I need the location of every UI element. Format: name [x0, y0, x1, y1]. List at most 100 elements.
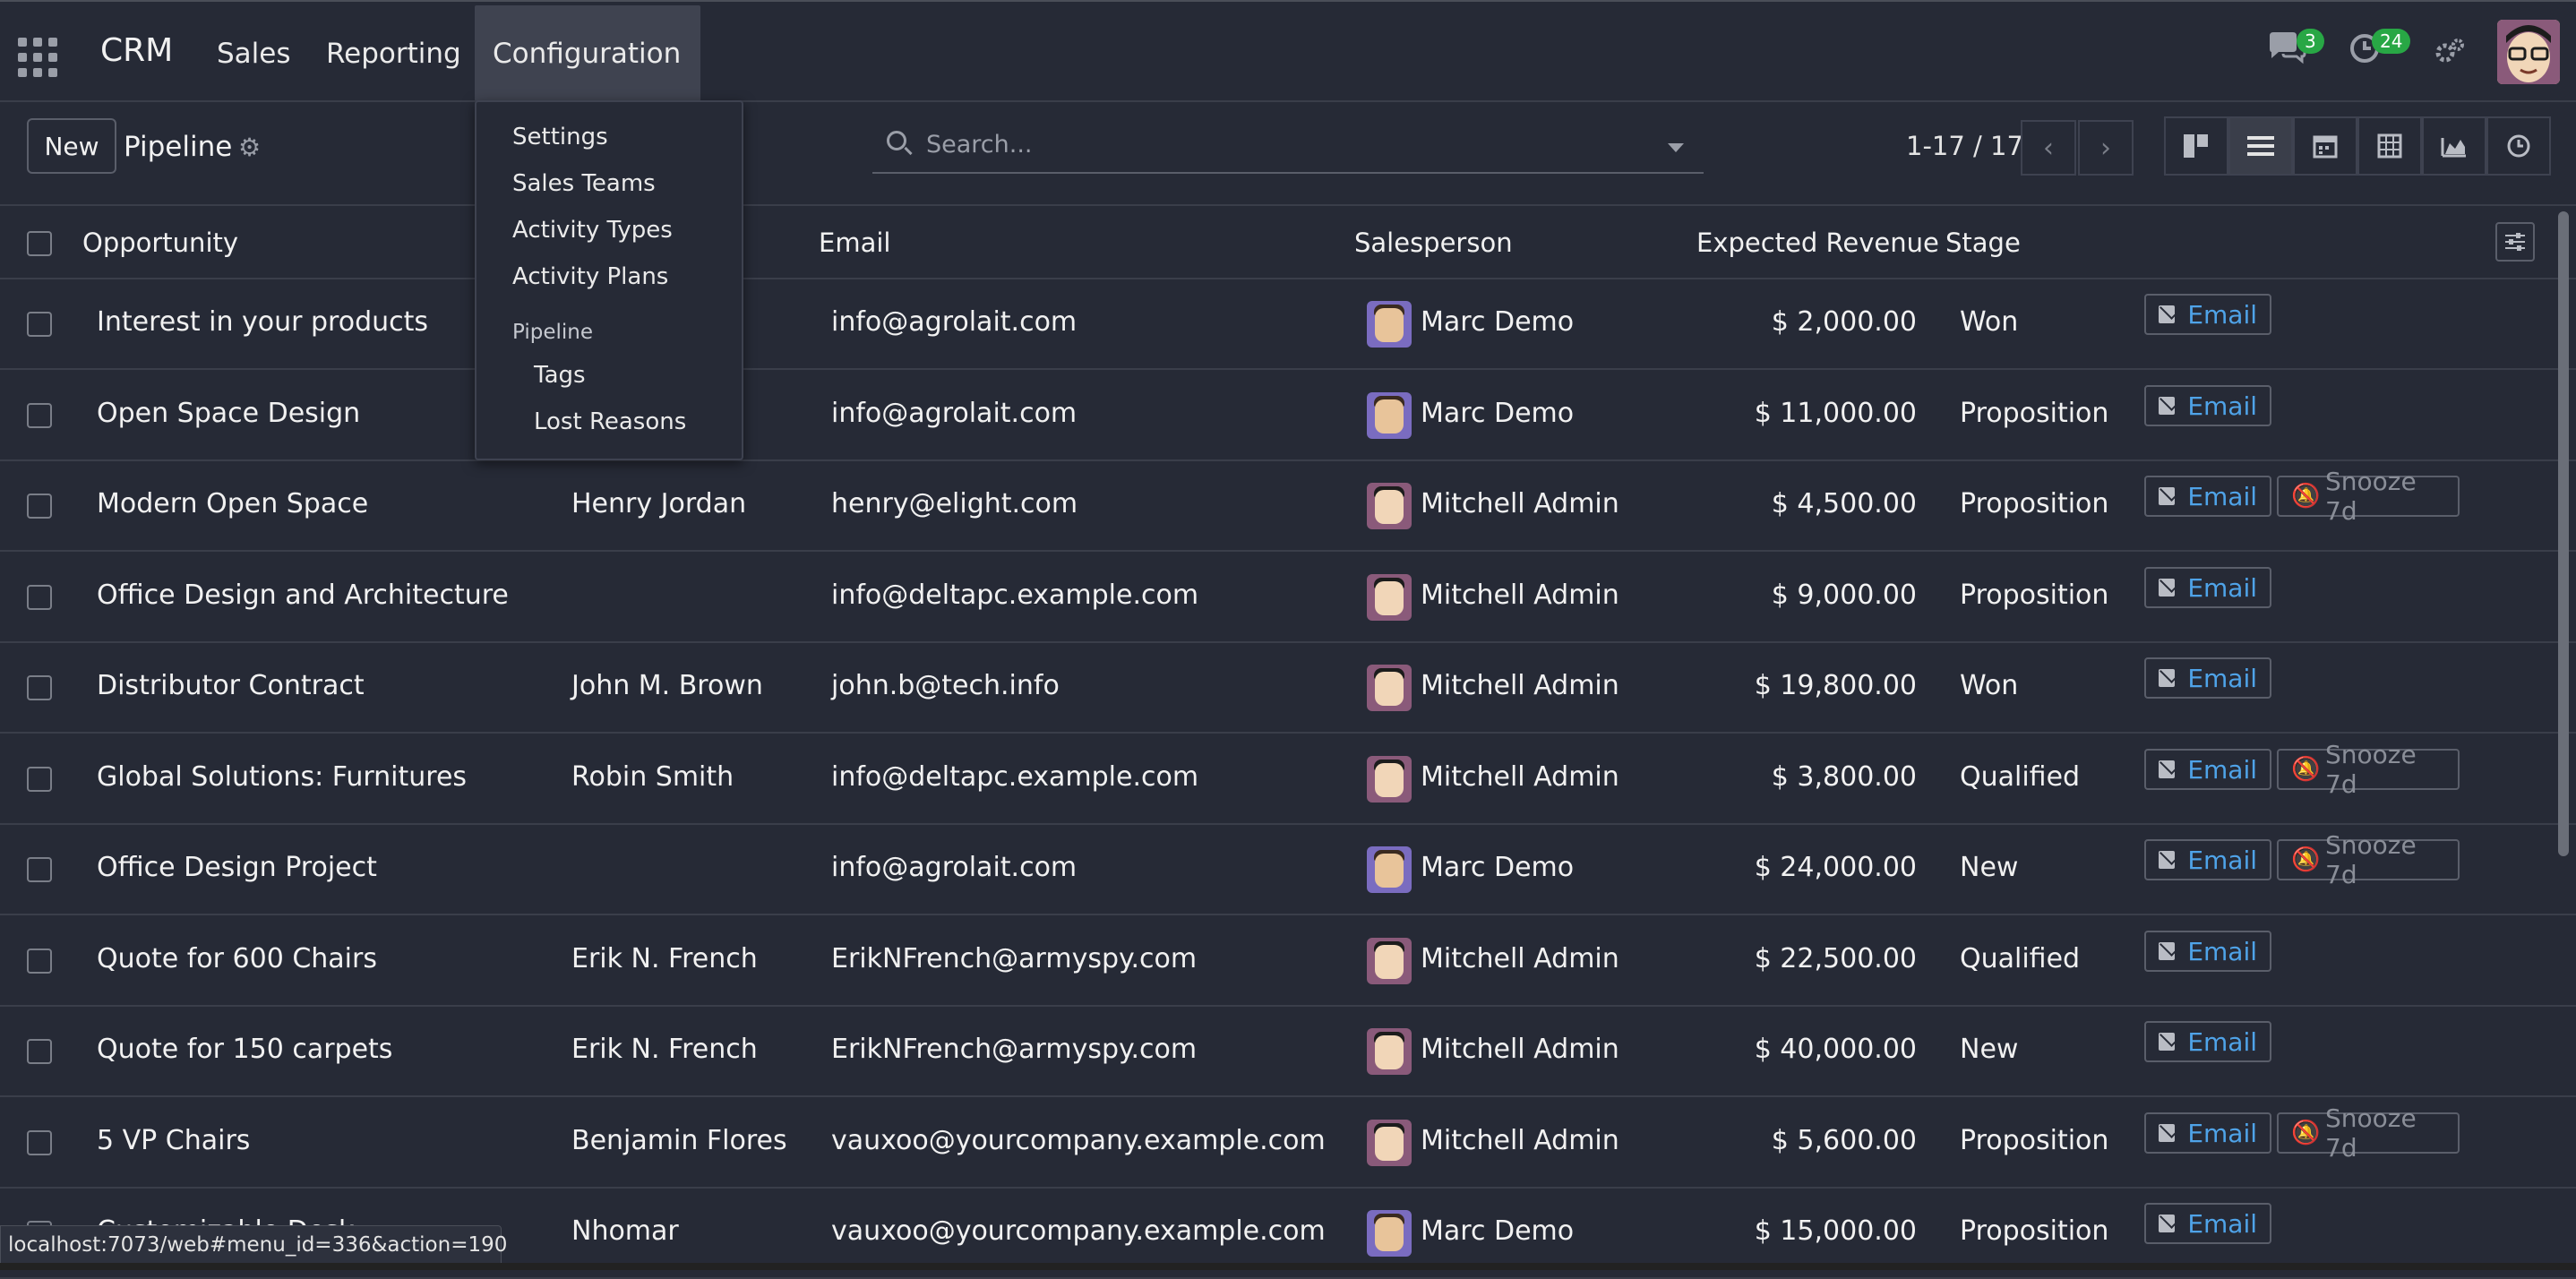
- nav-reporting[interactable]: Reporting: [326, 38, 461, 70]
- stage-value: Qualified: [1960, 943, 2081, 974]
- pivot-view-button[interactable]: [2357, 116, 2422, 176]
- snooze-button[interactable]: 🔕 Snooze 7d: [2277, 830, 2460, 889]
- envelope-icon: [2159, 760, 2176, 778]
- snooze-button[interactable]: 🔕 Snooze 7d: [2277, 1103, 2460, 1163]
- stage-value: Proposition: [1960, 398, 2109, 429]
- email-value: ErikNFrench@armyspy.com: [831, 943, 1198, 974]
- user-avatar[interactable]: [2497, 20, 2560, 84]
- activity-view-button[interactable]: [2486, 116, 2551, 176]
- table-row[interactable]: Modern Open Space Henry Jordan henry@eli…: [0, 461, 2576, 552]
- page-title[interactable]: Pipeline: [124, 131, 232, 163]
- area-chart-icon: [2441, 138, 2466, 158]
- table-row[interactable]: Quote for 150 carpets Erik N. French Eri…: [0, 1007, 2576, 1097]
- menu-item-activity-plans[interactable]: Activity Plans: [512, 263, 668, 290]
- table-row[interactable]: 5 VP Chairs Benjamin Flores vauxoo@yourc…: [0, 1098, 2576, 1189]
- pager-value[interactable]: 1-17 / 17: [1906, 131, 2023, 161]
- column-salesperson[interactable]: Salesperson: [1354, 227, 1513, 258]
- column-email[interactable]: Email: [819, 227, 890, 258]
- clock-icon: [2507, 134, 2530, 158]
- bell-slash-icon: 🔕: [2291, 1120, 2321, 1146]
- email-button-label: Email: [2187, 1026, 2257, 1057]
- control-panel: New Pipeline ⚙ Search... 1-17 / 17 ‹ ›: [0, 102, 2576, 206]
- table-row[interactable]: Distributor Contract John M. Brown john.…: [0, 643, 2576, 734]
- row-checkbox[interactable]: [27, 949, 52, 974]
- vertical-scrollbar[interactable]: [2558, 211, 2569, 856]
- menu-item-tags[interactable]: Tags: [534, 362, 586, 389]
- app-menu-icon[interactable]: [18, 38, 57, 77]
- search-input[interactable]: Search...: [926, 131, 1033, 159]
- calendar-icon: [2313, 135, 2338, 159]
- email-button[interactable]: Email: [2144, 1112, 2271, 1154]
- table-row[interactable]: Office Design and Architecture info@delt…: [0, 553, 2576, 643]
- table-row[interactable]: Interest in your products info@agrolait.…: [0, 279, 2576, 370]
- email-button[interactable]: Email: [2144, 476, 2271, 517]
- nav-sales[interactable]: Sales: [217, 38, 291, 70]
- row-checkbox[interactable]: [27, 1039, 52, 1064]
- column-opportunity[interactable]: Opportunity: [82, 227, 238, 258]
- list-view-button[interactable]: [2228, 116, 2293, 176]
- gear-icon[interactable]: ⚙: [238, 133, 261, 162]
- salesperson-name: Mitchell Admin: [1421, 761, 1619, 793]
- snooze-button[interactable]: 🔕 Snooze 7d: [2277, 467, 2460, 526]
- email-button[interactable]: Email: [2144, 1021, 2271, 1062]
- list-icon: [2247, 136, 2274, 156]
- column-stage[interactable]: Stage: [1945, 227, 2021, 258]
- row-checkbox[interactable]: [27, 675, 52, 700]
- row-checkbox[interactable]: [27, 1130, 52, 1155]
- optional-columns-icon[interactable]: [2495, 222, 2535, 262]
- messages-icon[interactable]: 3: [2266, 29, 2324, 68]
- menu-item-lost-reasons[interactable]: Lost Reasons: [534, 408, 686, 435]
- expected-revenue: $ 3,800.00: [1771, 761, 1917, 793]
- table-row[interactable]: Open Space Design info@agrolait.com Marc…: [0, 371, 2576, 461]
- email-button[interactable]: Email: [2144, 749, 2271, 790]
- email-button[interactable]: Email: [2144, 294, 2271, 335]
- email-button[interactable]: Email: [2144, 1203, 2271, 1244]
- email-value: henry@elight.com: [831, 488, 1078, 519]
- salesperson-name: Mitchell Admin: [1421, 943, 1619, 974]
- nav-configuration[interactable]: Configuration: [475, 5, 701, 102]
- stage-value: Won: [1960, 670, 2019, 701]
- select-all-checkbox[interactable]: [27, 231, 52, 256]
- email-value: vauxoo@yourcompany.example.com: [831, 1215, 1326, 1247]
- salesperson-name: Mitchell Admin: [1421, 488, 1619, 519]
- salesperson-name: Marc Demo: [1421, 306, 1575, 338]
- column-expected-revenue[interactable]: Expected Revenue: [1696, 227, 1939, 258]
- menu-item-settings[interactable]: Settings: [512, 124, 608, 150]
- bell-slash-icon: 🔕: [2291, 756, 2321, 783]
- email-button-label: Email: [2187, 481, 2257, 511]
- pager-next-button[interactable]: ›: [2078, 120, 2134, 176]
- menu-item-activity-types[interactable]: Activity Types: [512, 217, 673, 244]
- email-button[interactable]: Email: [2144, 567, 2271, 608]
- expected-revenue: $ 4,500.00: [1771, 488, 1917, 519]
- settings-gears-icon[interactable]: [2434, 38, 2465, 68]
- snooze-button[interactable]: 🔕 Snooze 7d: [2277, 740, 2460, 799]
- top-navbar: CRM Sales Reporting Configuration 3 24: [0, 0, 2576, 102]
- row-checkbox[interactable]: [27, 767, 52, 792]
- row-checkbox[interactable]: [27, 585, 52, 610]
- graph-view-button[interactable]: [2422, 116, 2486, 176]
- new-button[interactable]: New: [27, 118, 116, 174]
- row-checkbox[interactable]: [27, 403, 52, 428]
- envelope-icon: [2159, 579, 2176, 597]
- email-button[interactable]: Email: [2144, 931, 2271, 972]
- email-button[interactable]: Email: [2144, 385, 2271, 426]
- table-row[interactable]: Global Solutions: Furnitures Robin Smith…: [0, 734, 2576, 825]
- email-button[interactable]: Email: [2144, 839, 2271, 880]
- row-checkbox[interactable]: [27, 312, 52, 337]
- row-checkbox[interactable]: [27, 494, 52, 519]
- row-checkbox[interactable]: [27, 857, 52, 882]
- search-options-toggle[interactable]: [1668, 143, 1684, 152]
- stage-value: Won: [1960, 306, 2019, 338]
- calendar-view-button[interactable]: [2293, 116, 2357, 176]
- email-button[interactable]: Email: [2144, 657, 2271, 699]
- table-row[interactable]: Quote for 600 Chairs Erik N. French Erik…: [0, 916, 2576, 1007]
- pager-previous-button[interactable]: ‹: [2021, 120, 2076, 176]
- search-bar[interactable]: Search...: [872, 118, 1704, 174]
- table-row[interactable]: Office Design Project info@agrolait.com …: [0, 825, 2576, 915]
- snooze-button-label: Snooze 7d: [2325, 830, 2417, 889]
- contact-name: Robin Smith: [571, 761, 734, 793]
- activities-icon[interactable]: 24: [2348, 29, 2411, 68]
- kanban-view-button[interactable]: [2164, 116, 2228, 176]
- app-brand[interactable]: CRM: [100, 32, 173, 69]
- menu-item-sales-teams[interactable]: Sales Teams: [512, 170, 656, 197]
